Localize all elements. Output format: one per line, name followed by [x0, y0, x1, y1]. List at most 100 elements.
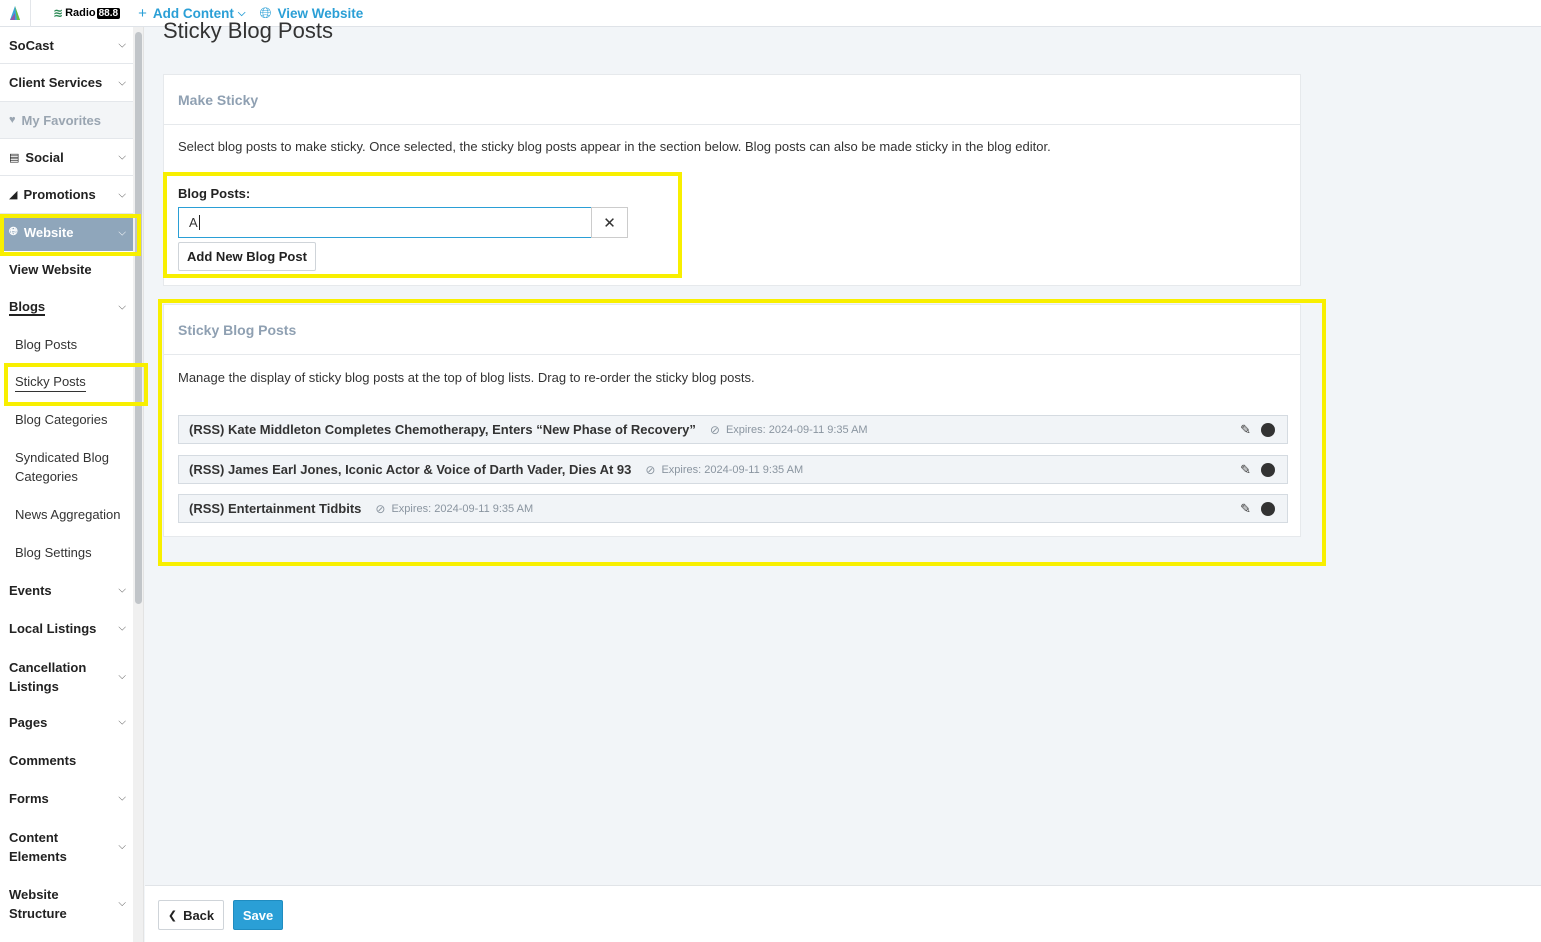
close-icon: ✕ — [603, 214, 616, 232]
sidebar-item-label: Structure — [9, 906, 67, 921]
sidebar-item-label: Website — [9, 887, 59, 902]
blog-posts-search-input[interactable]: A — [178, 207, 592, 238]
sticky-blog-posts-card: Sticky Blog Posts Manage the display of … — [163, 304, 1301, 537]
sticky-post-row[interactable]: (RSS) Entertainment Tidbits ⊘ Expires: 2… — [178, 494, 1288, 523]
sticky-post-expires: ⊘ Expires: 2024-09-11 9:35 AM — [710, 423, 868, 437]
sidebar: SoCast ⌵ Client Services ⌵ ♥ My Favorite… — [0, 27, 133, 942]
globe-icon: 🌐︎ — [9, 226, 18, 238]
remove-circle-icon[interactable]: ✕ — [1261, 462, 1275, 477]
chevron-down-icon: ⌵ — [118, 151, 126, 163]
chevron-left-icon: ❮ — [167, 909, 178, 922]
sidebar-item-label: Events — [9, 582, 52, 598]
sidebar-item-content-elements[interactable]: Content Elements ⌵ — [0, 825, 133, 869]
sidebar-item-website[interactable]: 🌐︎ Website ⌵ — [0, 214, 133, 251]
sidebar-item-forms[interactable]: Forms ⌵ — [0, 779, 133, 817]
chevron-down-icon: ⌵ — [237, 7, 246, 19]
heart-icon: ♥ — [9, 114, 16, 126]
text-cursor — [198, 215, 200, 230]
remove-circle-icon[interactable]: ✕ — [1261, 422, 1275, 437]
sidebar-item-label: Pages — [9, 714, 48, 730]
expires-text: Expires: 2024-09-11 9:35 AM — [661, 463, 804, 476]
sidebar-item-label: View Website — [9, 262, 92, 277]
remove-circle-icon[interactable]: ✕ — [1261, 501, 1275, 516]
ban-icon: ⊘ — [375, 501, 386, 516]
footer-bar: ❮ Back Save — [145, 885, 1541, 942]
sidebar-item-label: Categories — [15, 469, 78, 484]
sidebar-item-my-favorites[interactable]: ♥ My Favorites — [0, 102, 133, 139]
sidebar-item-label: My Favorites — [21, 112, 102, 128]
sidebar-item-label: Promotions — [23, 187, 96, 202]
sidebar-item-pages[interactable]: Pages ⌵ — [0, 703, 133, 741]
station-number: 88.8 — [96, 7, 121, 19]
edit-pencil-icon[interactable]: ✎ — [1240, 422, 1251, 438]
sidebar-item-label: Local Listings — [9, 620, 97, 636]
sidebar-item-local-listings[interactable]: Local Listings ⌵ — [0, 609, 133, 647]
sidebar-item-label: Syndicated Blog — [15, 450, 109, 465]
expires-text: Expires: 2024-09-11 9:35 AM — [725, 423, 868, 436]
row-actions: ✎ ✕ — [1230, 501, 1275, 517]
sidebar-item-view-website[interactable]: View Website — [0, 251, 133, 288]
chevron-down-icon: ⌵ — [118, 898, 126, 909]
sidebar-item-blogs[interactable]: Blogs ⌵ — [0, 288, 133, 326]
edit-pencil-icon[interactable]: ✎ — [1240, 462, 1251, 478]
make-sticky-description: Select blog posts to make sticky. Once s… — [178, 139, 1051, 154]
sidebar-item-promotions[interactable]: ◢ Promotions ⌵ — [0, 176, 133, 214]
chevron-down-icon: ⌵ — [118, 584, 126, 596]
chevron-down-icon: ⌵ — [118, 227, 126, 238]
chevron-down-icon: ⌵ — [118, 39, 126, 51]
sidebar-subitem-blog-posts[interactable]: Blog Posts — [15, 335, 77, 354]
sidebar-item-label: Website — [23, 225, 74, 240]
sidebar-item-comments[interactable]: Comments — [0, 741, 133, 779]
chevron-down-icon: ⌵ — [118, 792, 126, 804]
sidebar-subitem-news-aggregation[interactable]: News Aggregation — [15, 505, 121, 524]
row-actions: ✎ ✕ — [1230, 422, 1275, 438]
make-sticky-card: Make Sticky Select blog posts to make st… — [163, 74, 1301, 286]
station-logo[interactable]: ≋ Radio 88.8 — [53, 6, 121, 20]
sidebar-subitem-sticky-posts[interactable]: Sticky Posts — [15, 372, 86, 392]
chevron-down-icon: ⌵ — [118, 622, 126, 634]
sidebar-item-label: Client Services — [9, 75, 103, 90]
add-new-blog-post-button[interactable]: Add New Blog Post — [178, 242, 316, 271]
row-actions: ✎ ✕ — [1230, 462, 1275, 478]
back-button[interactable]: ❮ Back — [158, 900, 224, 930]
sidebar-subitem-syndicated-blog-categories[interactable]: Syndicated Blog Categories — [15, 448, 109, 486]
sidebar-subitem-blog-categories[interactable]: Blog Categories — [15, 410, 108, 429]
sidebar-item-website-structure[interactable]: Website Structure ⌵ — [0, 882, 133, 926]
chevron-down-icon: ⌵ — [118, 77, 126, 88]
back-label: Back — [183, 907, 215, 923]
sticky-post-title: (RSS) Entertainment Tidbits — [189, 501, 362, 516]
station-name: Radio — [65, 7, 96, 19]
wifi-icon: ≋ — [53, 6, 64, 20]
sidebar-item-socast[interactable]: SoCast ⌵ — [0, 27, 133, 64]
clear-search-button[interactable]: ✕ — [591, 207, 628, 238]
sidebar-item-cancellation-listings[interactable]: Cancellation Listings ⌵ — [0, 655, 133, 699]
sidebar-item-label: Blogs — [9, 298, 46, 316]
make-sticky-heading: Make Sticky — [164, 75, 1300, 125]
sidebar-item-events[interactable]: Events ⌵ — [0, 571, 133, 609]
sidebar-item-label: Content — [9, 830, 59, 845]
sidebar-item-social[interactable]: ▤ Social ⌵ — [0, 139, 133, 176]
blog-posts-label: Blog Posts: — [178, 186, 251, 201]
sticky-post-row[interactable]: (RSS) Kate Middleton Completes Chemother… — [178, 415, 1288, 444]
ban-icon: ⊘ — [645, 462, 656, 477]
save-button[interactable]: Save — [233, 900, 283, 930]
sticky-post-row[interactable]: (RSS) James Earl Jones, Iconic Actor & V… — [178, 455, 1288, 484]
page-title: Sticky Blog Posts — [163, 18, 333, 43]
ban-icon: ⊘ — [709, 422, 720, 437]
expires-text: Expires: 2024-09-11 9:35 AM — [391, 502, 534, 515]
sidebar-item-label: Listings — [9, 679, 59, 694]
sticky-post-expires: ⊘ Expires: 2024-09-11 9:35 AM — [375, 502, 533, 516]
sidebar-item-label: Forms — [9, 790, 49, 806]
edit-pencil-icon[interactable]: ✎ — [1240, 501, 1251, 517]
chevron-down-icon: ⌵ — [118, 841, 126, 852]
socast-logo-icon — [10, 6, 20, 20]
chevron-down-icon: ⌵ — [118, 301, 126, 313]
app-logo[interactable] — [0, 0, 31, 27]
plus-icon: + — [138, 4, 147, 22]
sidebar-item-label: Cancellation — [9, 660, 87, 675]
sidebar-item-client-services[interactable]: Client Services ⌵ — [0, 64, 133, 102]
sidebar-subitem-blog-settings[interactable]: Blog Settings — [15, 543, 92, 562]
sticky-section-heading: Sticky Blog Posts — [164, 305, 1300, 355]
sidebar-item-label: SoCast — [9, 37, 54, 53]
sidebar-scrollbar-thumb[interactable] — [135, 32, 142, 604]
